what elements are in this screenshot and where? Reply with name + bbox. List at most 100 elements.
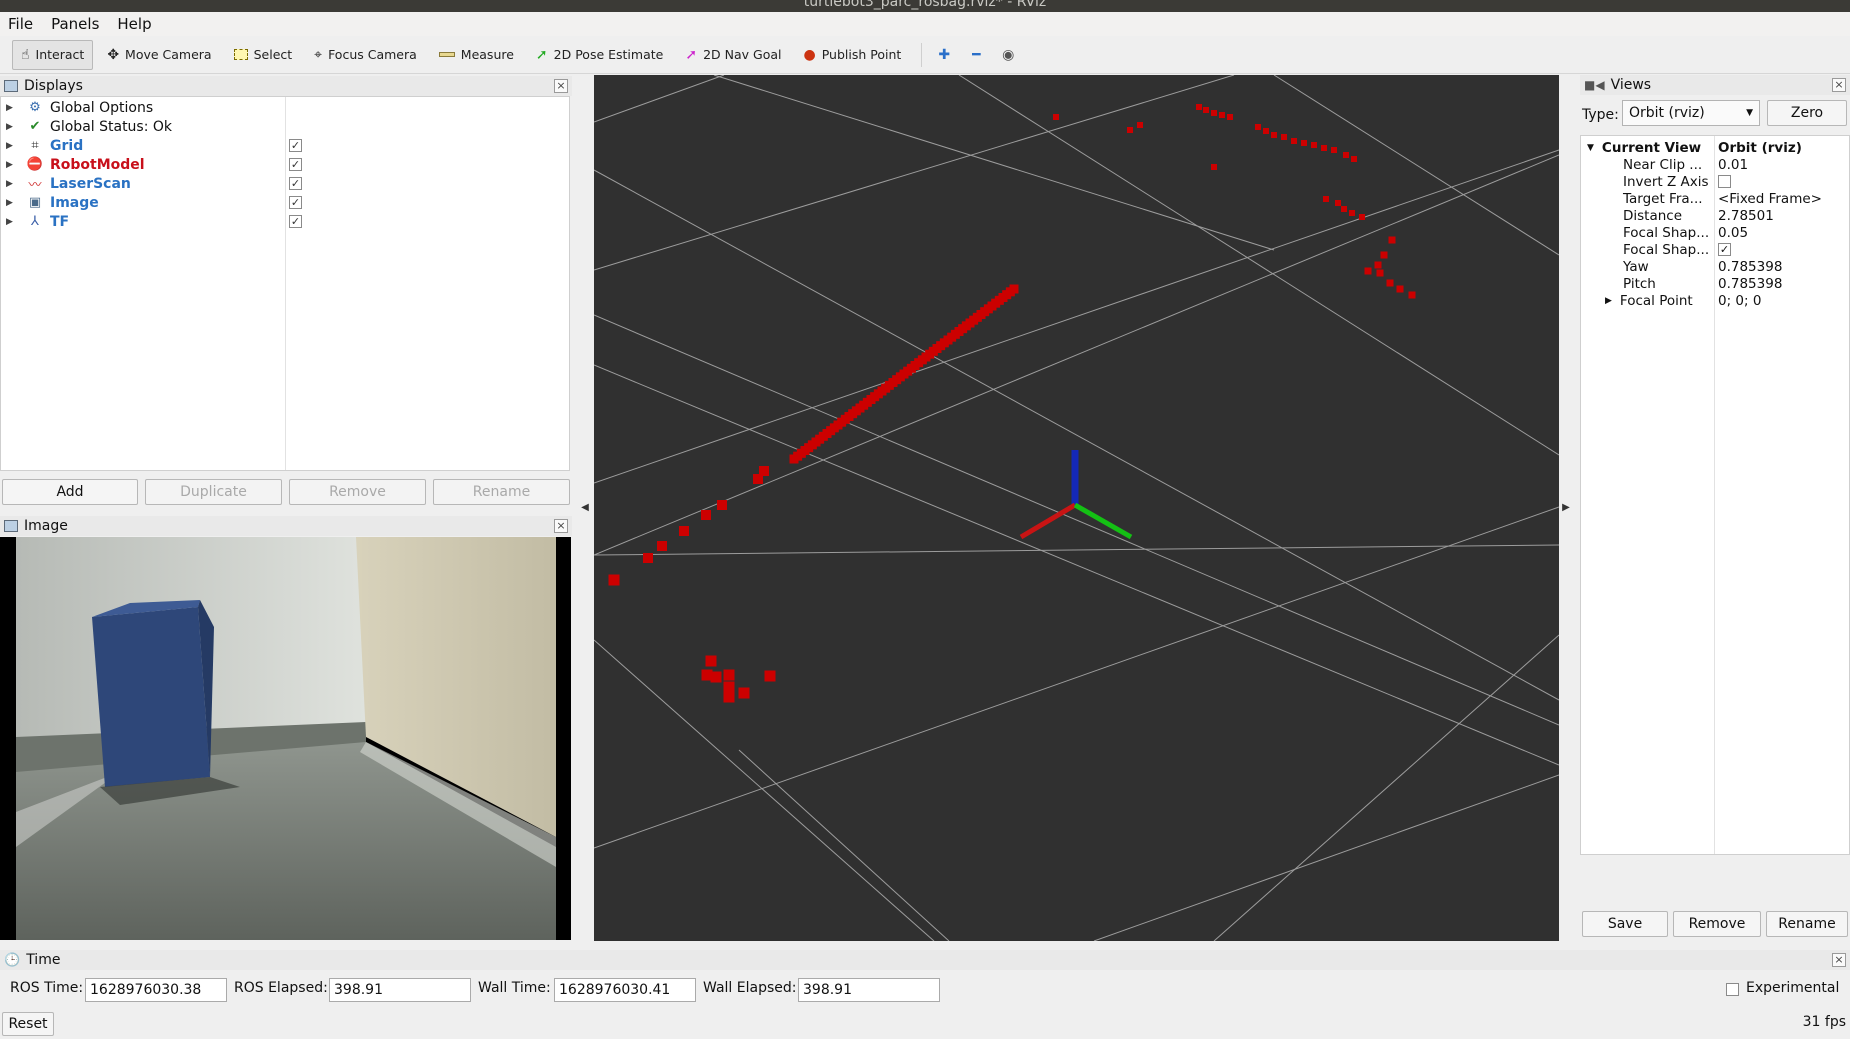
toolbar-separator	[921, 42, 923, 67]
displays-button-row: Add Duplicate Remove Rename	[0, 479, 570, 505]
invert-z-checkbox[interactable]	[1718, 175, 1731, 188]
display-item-robotmodel[interactable]: ▶ ⛔ RobotModel ✓	[1, 155, 569, 174]
menu-file[interactable]: File	[8, 15, 33, 33]
prop-target-frame-value[interactable]: <Fixed Frame>	[1718, 190, 1822, 207]
menu-panels[interactable]: Panels	[51, 15, 99, 33]
laser-point	[1374, 261, 1382, 269]
laser-point	[1396, 285, 1404, 293]
expand-arrow-icon[interactable]: ▶	[6, 103, 18, 113]
prop-focal-shape-size-value[interactable]: 0.05	[1718, 224, 1748, 241]
laser-point	[1351, 156, 1357, 162]
collapse-left-icon[interactable]: ◀	[580, 498, 590, 518]
expand-arrow-icon[interactable]: ▶	[6, 141, 18, 151]
laser-point	[1341, 206, 1347, 212]
ros-time-field[interactable]: 1628976030.38	[85, 978, 227, 1002]
laser-point	[701, 510, 711, 520]
display-item-laserscan[interactable]: ▶ 〰 LaserScan ✓	[1, 174, 569, 193]
tool-properties-eye-icon[interactable]: ◉	[992, 40, 1024, 70]
expand-arrow-icon[interactable]: ▶	[6, 217, 18, 227]
laser-point	[1343, 152, 1349, 158]
zero-button[interactable]: Zero	[1767, 100, 1847, 126]
wall-elapsed-field[interactable]: 398.91	[798, 978, 940, 1002]
monitor-icon	[4, 80, 18, 92]
measure-tool-button[interactable]: Measure	[431, 40, 522, 70]
menu-help[interactable]: Help	[117, 15, 151, 33]
enable-checkbox[interactable]: ✓	[289, 139, 302, 152]
add-tool-plus-icon[interactable]: ✚	[928, 40, 960, 70]
time-panel: 🕒 Time × ROS Time: 1628976030.38 ROS Ela…	[0, 950, 1850, 1039]
current-view-row[interactable]: ▼ Current View	[1587, 139, 1701, 156]
prop-distance-value[interactable]: 2.78501	[1718, 207, 1774, 224]
image-icon: ▣	[28, 195, 42, 210]
add-button[interactable]: Add	[2, 479, 138, 505]
axes-icon: ⅄	[31, 214, 39, 229]
enable-checkbox[interactable]: ✓	[289, 158, 302, 171]
laser-point	[1321, 145, 1327, 151]
time-title: Time	[26, 952, 61, 968]
wall-time-field[interactable]: 1628976030.41	[554, 978, 696, 1002]
rename-button[interactable]: Rename	[433, 479, 570, 505]
display-item-global-options[interactable]: ▶ ⚙ Global Options	[1, 98, 569, 117]
laser-point	[764, 670, 776, 682]
views-rename-button[interactable]: Rename	[1766, 911, 1848, 937]
hand-pointer-icon: ☝	[21, 46, 30, 63]
expand-arrow-icon[interactable]: ▶	[6, 198, 18, 208]
3d-viewport[interactable]	[594, 75, 1559, 941]
experimental-checkbox[interactable]	[1726, 983, 1739, 996]
collapse-arrow-icon[interactable]: ▼	[1587, 143, 1594, 153]
laser-point	[1349, 210, 1355, 216]
view-type-dropdown[interactable]: Orbit (rviz) ▼	[1622, 100, 1760, 126]
column-divider	[1714, 136, 1715, 854]
prop-near-clip-value[interactable]: 0.01	[1718, 156, 1748, 173]
display-item-grid[interactable]: ▶ ⌗ Grid ✓	[1, 136, 569, 155]
enable-checkbox[interactable]: ✓	[289, 215, 302, 228]
laser-point	[657, 541, 667, 551]
displays-panel-header: Displays ×	[0, 76, 572, 96]
tool-bar: ☝ Interact ✥ Move Camera Select ⌖ Focus …	[0, 36, 1850, 74]
expand-arrow-icon[interactable]: ▶	[6, 179, 18, 189]
views-remove-button[interactable]: Remove	[1673, 911, 1761, 937]
laser-point	[1263, 128, 1269, 134]
ros-elapsed-field[interactable]: 398.91	[329, 978, 471, 1002]
prop-pitch-value[interactable]: 0.785398	[1718, 275, 1782, 292]
chevron-down-icon: ▼	[1746, 108, 1753, 118]
reset-button[interactable]: Reset	[2, 1012, 54, 1036]
prop-focal-shape-fixed-name: Focal Shap...	[1623, 241, 1710, 258]
camera-image	[0, 537, 571, 940]
display-item-global-status[interactable]: ▶ ✔ Global Status: Ok	[1, 117, 569, 136]
focus-camera-tool-button[interactable]: ⌖ Focus Camera	[306, 40, 425, 70]
remove-tool-minus-icon[interactable]: ━	[960, 40, 992, 70]
collapse-right-icon[interactable]: ▶	[1561, 498, 1571, 518]
select-tool-button[interactable]: Select	[226, 40, 301, 70]
x-axis	[1019, 502, 1077, 540]
3d-scene[interactable]	[594, 75, 1559, 941]
display-item-image[interactable]: ▶ ▣ Image ✓	[1, 193, 569, 212]
laser-point	[1196, 104, 1202, 110]
menu-bar: File Panels Help	[0, 12, 1850, 36]
duplicate-button[interactable]: Duplicate	[145, 479, 282, 505]
expand-arrow-icon[interactable]: ▶	[6, 122, 18, 132]
expand-arrow-icon[interactable]: ▶	[6, 160, 18, 170]
display-item-tf[interactable]: ▶ ⅄ TF ✓	[1, 212, 569, 231]
close-icon[interactable]: ×	[1832, 953, 1846, 967]
nav-goal-tool-button[interactable]: ➚ 2D Nav Goal	[677, 40, 789, 70]
publish-point-tool-button[interactable]: ● Publish Point	[795, 40, 909, 70]
map-pin-icon: ●	[803, 46, 816, 63]
camera-image-render	[0, 537, 571, 940]
views-save-button[interactable]: Save	[1582, 911, 1668, 937]
prop-focal-point-row[interactable]: ▶ Focal Point	[1605, 292, 1693, 309]
pose-estimate-tool-button[interactable]: ➚ 2D Pose Estimate	[528, 40, 671, 70]
crosshair-icon: ⌖	[314, 46, 323, 63]
enable-checkbox[interactable]: ✓	[289, 177, 302, 190]
interact-tool-button[interactable]: ☝ Interact	[12, 39, 94, 70]
remove-button[interactable]: Remove	[289, 479, 426, 505]
move-camera-tool-button[interactable]: ✥ Move Camera	[99, 40, 219, 70]
focal-shape-fixed-checkbox[interactable]: ✓	[1718, 243, 1731, 256]
close-icon[interactable]: ×	[554, 79, 568, 93]
prop-focal-point-value[interactable]: 0; 0; 0	[1718, 292, 1761, 309]
close-icon[interactable]: ×	[554, 519, 568, 533]
enable-checkbox[interactable]: ✓	[289, 196, 302, 209]
prop-yaw-value[interactable]: 0.785398	[1718, 258, 1782, 275]
expand-arrow-icon[interactable]: ▶	[1605, 296, 1612, 306]
close-icon[interactable]: ×	[1832, 78, 1846, 92]
